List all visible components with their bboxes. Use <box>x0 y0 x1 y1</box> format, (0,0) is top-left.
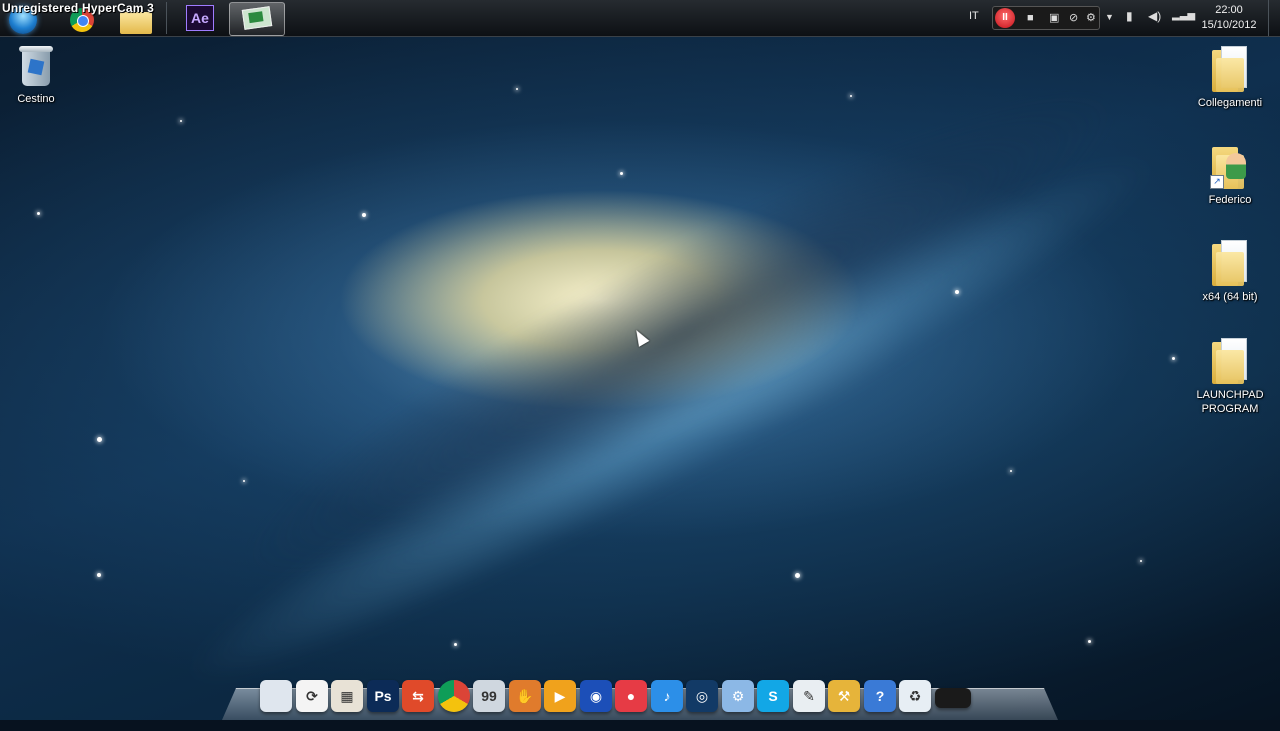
desktop-icon-recycle-bin[interactable]: Cestino <box>0 44 76 106</box>
star <box>180 120 182 122</box>
recorder-toolbar: II ■ ▣ ⊘ ⚙ <box>992 6 1100 30</box>
desktop-icon-label: Collegamenti <box>1197 97 1263 109</box>
star <box>243 480 245 482</box>
desktop-wallpaper <box>0 0 1280 731</box>
clock-time: 22:00 <box>1215 4 1243 16</box>
system-clock[interactable]: 22:00 15/10/2012 <box>1195 3 1263 33</box>
star <box>1010 470 1012 472</box>
desktop-icon-federico[interactable]: ↗ Federico <box>1190 141 1270 207</box>
gears-icon[interactable]: ⚙ <box>722 680 754 712</box>
updater-icon[interactable]: ⇆ <box>402 680 434 712</box>
stop-icon[interactable]: ■ <box>1027 11 1034 25</box>
disc-icon[interactable]: ◎ <box>686 680 718 712</box>
desktop-icon[interactable] <box>935 688 971 708</box>
recycle-bin-icon <box>19 44 53 88</box>
trash-icon[interactable]: ♻ <box>899 680 931 712</box>
screen-recorder-icon <box>241 6 273 30</box>
language-indicator[interactable]: IT <box>969 10 979 22</box>
desktop-icon-collegamenti[interactable]: Collegamenti <box>1190 44 1270 110</box>
star <box>516 88 518 90</box>
help-icon[interactable]: ? <box>864 680 896 712</box>
desktop-icon-launchpad-program[interactable]: LAUNCHPAD PROGRAM <box>1190 336 1270 416</box>
tools-icon[interactable]: ⚒ <box>828 680 860 712</box>
after-effects-icon[interactable]: Ae <box>186 5 214 31</box>
hypercam-task-button[interactable] <box>229 2 285 36</box>
folder-icon <box>1212 44 1248 92</box>
desktop-icon-label: Federico <box>1208 194 1252 206</box>
star <box>97 437 102 442</box>
folder-icon[interactable] <box>120 12 152 34</box>
sync-icon[interactable]: ⟳ <box>296 680 328 712</box>
record-circle-icon[interactable]: ● <box>615 680 647 712</box>
star <box>97 573 101 577</box>
camera-icon[interactable]: ▣ <box>1049 11 1059 25</box>
photoshop-icon[interactable]: Ps <box>367 680 399 712</box>
volume-icon[interactable]: ◀) <box>1148 9 1161 23</box>
skype-icon[interactable]: S <box>757 680 789 712</box>
globe-icon[interactable]: ◉ <box>580 680 612 712</box>
battery-icon[interactable]: ▮ <box>1126 9 1133 23</box>
star <box>955 290 959 294</box>
mute-mic-icon[interactable]: ⊘ <box>1069 11 1078 25</box>
desktop-icon-label: x64 (64 bit) <box>1202 291 1258 303</box>
baseball-glove-icon[interactable]: ✋ <box>509 680 541 712</box>
star <box>37 212 40 215</box>
shortcut-arrow-icon: ↗ <box>1210 175 1224 189</box>
clock-date: 15/10/2012 <box>1201 19 1257 31</box>
star <box>362 213 366 217</box>
chrome-icon[interactable] <box>438 680 470 712</box>
show-desktop-button[interactable] <box>1268 0 1280 36</box>
star <box>1172 357 1175 360</box>
pause-record-icon[interactable]: II <box>995 8 1015 28</box>
music-note-icon[interactable]: ♪ <box>651 680 683 712</box>
finder-icon[interactable] <box>260 680 292 712</box>
desktop-icon-label: Cestino <box>17 93 55 105</box>
star <box>850 95 852 97</box>
overflow-chevron-icon[interactable]: ▼ <box>1105 12 1114 22</box>
settings-icon[interactable]: ⚙ <box>1086 11 1096 25</box>
monitor-icon[interactable]: 99 <box>473 680 505 712</box>
recorder-watermark: Unregistered HyperCam 3 <box>2 1 154 15</box>
star <box>620 172 623 175</box>
star <box>1140 560 1142 562</box>
preview-icon[interactable]: ✎ <box>793 680 825 712</box>
taskbar: Unregistered HyperCam 3 Ae IT II ■ ▣ ⊘ ⚙… <box>0 0 1280 37</box>
user-folder-shortcut-icon: ↗ <box>1210 141 1248 189</box>
desktop-icon-x64[interactable]: x64 (64 bit) <box>1190 238 1270 304</box>
taskbar-separator <box>166 2 167 34</box>
media-player-icon[interactable]: ▶ <box>544 680 576 712</box>
star <box>795 573 800 578</box>
network-signal-icon[interactable]: ▂▃▅ <box>1172 10 1195 21</box>
galaxy-dust-lane <box>198 25 1162 645</box>
desktop-icon-label: LAUNCHPAD PROGRAM <box>1196 389 1264 415</box>
folder-icon <box>1212 238 1248 286</box>
star <box>454 643 457 646</box>
folder-icon <box>1212 336 1248 384</box>
photo-icon[interactable]: ▦ <box>331 680 363 712</box>
star <box>1088 640 1091 643</box>
